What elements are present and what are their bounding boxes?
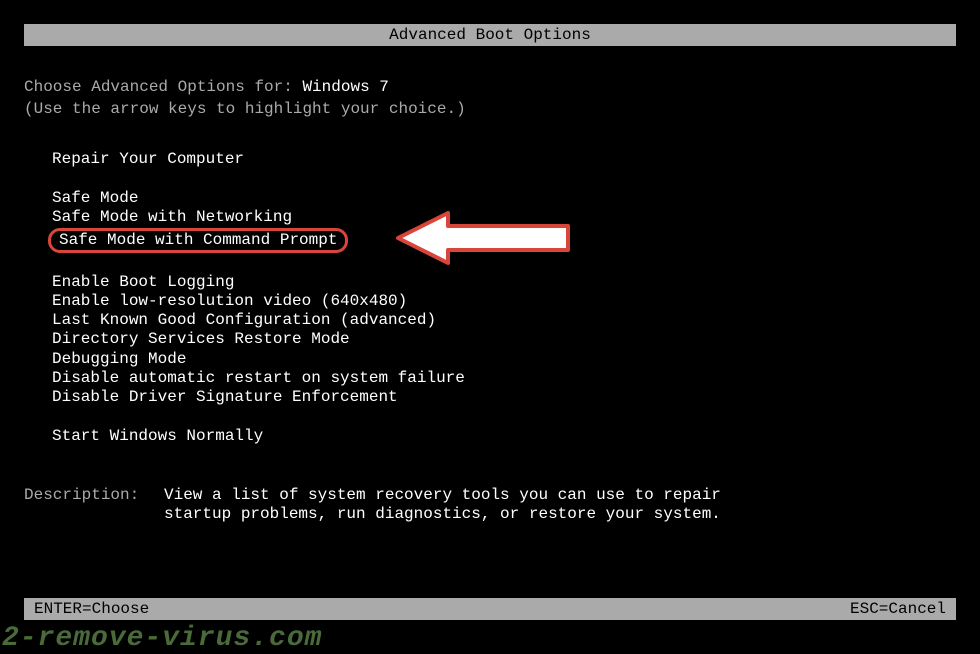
menu-directory-services-restore[interactable]: Directory Services Restore Mode (48, 330, 354, 349)
os-name: Windows 7 (302, 78, 388, 96)
instruction-line: (Use the arrow keys to highlight your ch… (24, 100, 956, 118)
boot-menu[interactable]: Repair Your Computer Safe Mode Safe Mode… (48, 150, 956, 446)
menu-safe-mode[interactable]: Safe Mode (48, 189, 142, 208)
menu-low-res-video[interactable]: Enable low-resolution video (640x480) (48, 292, 411, 311)
description-label: Description: (24, 486, 164, 524)
menu-safe-mode-cmd[interactable]: Safe Mode with Command Prompt (48, 228, 348, 253)
menu-disable-auto-restart[interactable]: Disable automatic restart on system fail… (48, 369, 469, 388)
footer-bar: ENTER=Choose ESC=Cancel (24, 598, 956, 620)
title-text: Advanced Boot Options (389, 26, 591, 44)
menu-boot-logging[interactable]: Enable Boot Logging (48, 273, 238, 292)
menu-disable-driver-sig[interactable]: Disable Driver Signature Enforcement (48, 388, 402, 407)
boot-screen: Advanced Boot Options Choose Advanced Op… (0, 0, 980, 549)
menu-start-normally[interactable]: Start Windows Normally (48, 427, 267, 446)
menu-repair-computer[interactable]: Repair Your Computer (48, 150, 248, 169)
menu-last-known-good[interactable]: Last Known Good Configuration (advanced) (48, 311, 440, 330)
description-block: Description: View a list of system recov… (24, 486, 956, 524)
watermark-text: 2-remove-virus.com (2, 623, 322, 654)
menu-debugging-mode[interactable]: Debugging Mode (48, 350, 190, 369)
prompt-prefix: Choose Advanced Options for: (24, 78, 302, 96)
menu-safe-mode-cmd-wrap: Safe Mode with Command Prompt (48, 228, 348, 253)
annotation-arrow-icon (388, 203, 578, 273)
prompt-line: Choose Advanced Options for: Windows 7 (24, 78, 956, 96)
menu-safe-mode-networking[interactable]: Safe Mode with Networking (48, 208, 296, 227)
title-bar: Advanced Boot Options (24, 24, 956, 46)
footer-esc: ESC=Cancel (850, 598, 946, 620)
description-text: View a list of system recovery tools you… (164, 486, 724, 524)
footer-enter: ENTER=Choose (34, 598, 149, 620)
